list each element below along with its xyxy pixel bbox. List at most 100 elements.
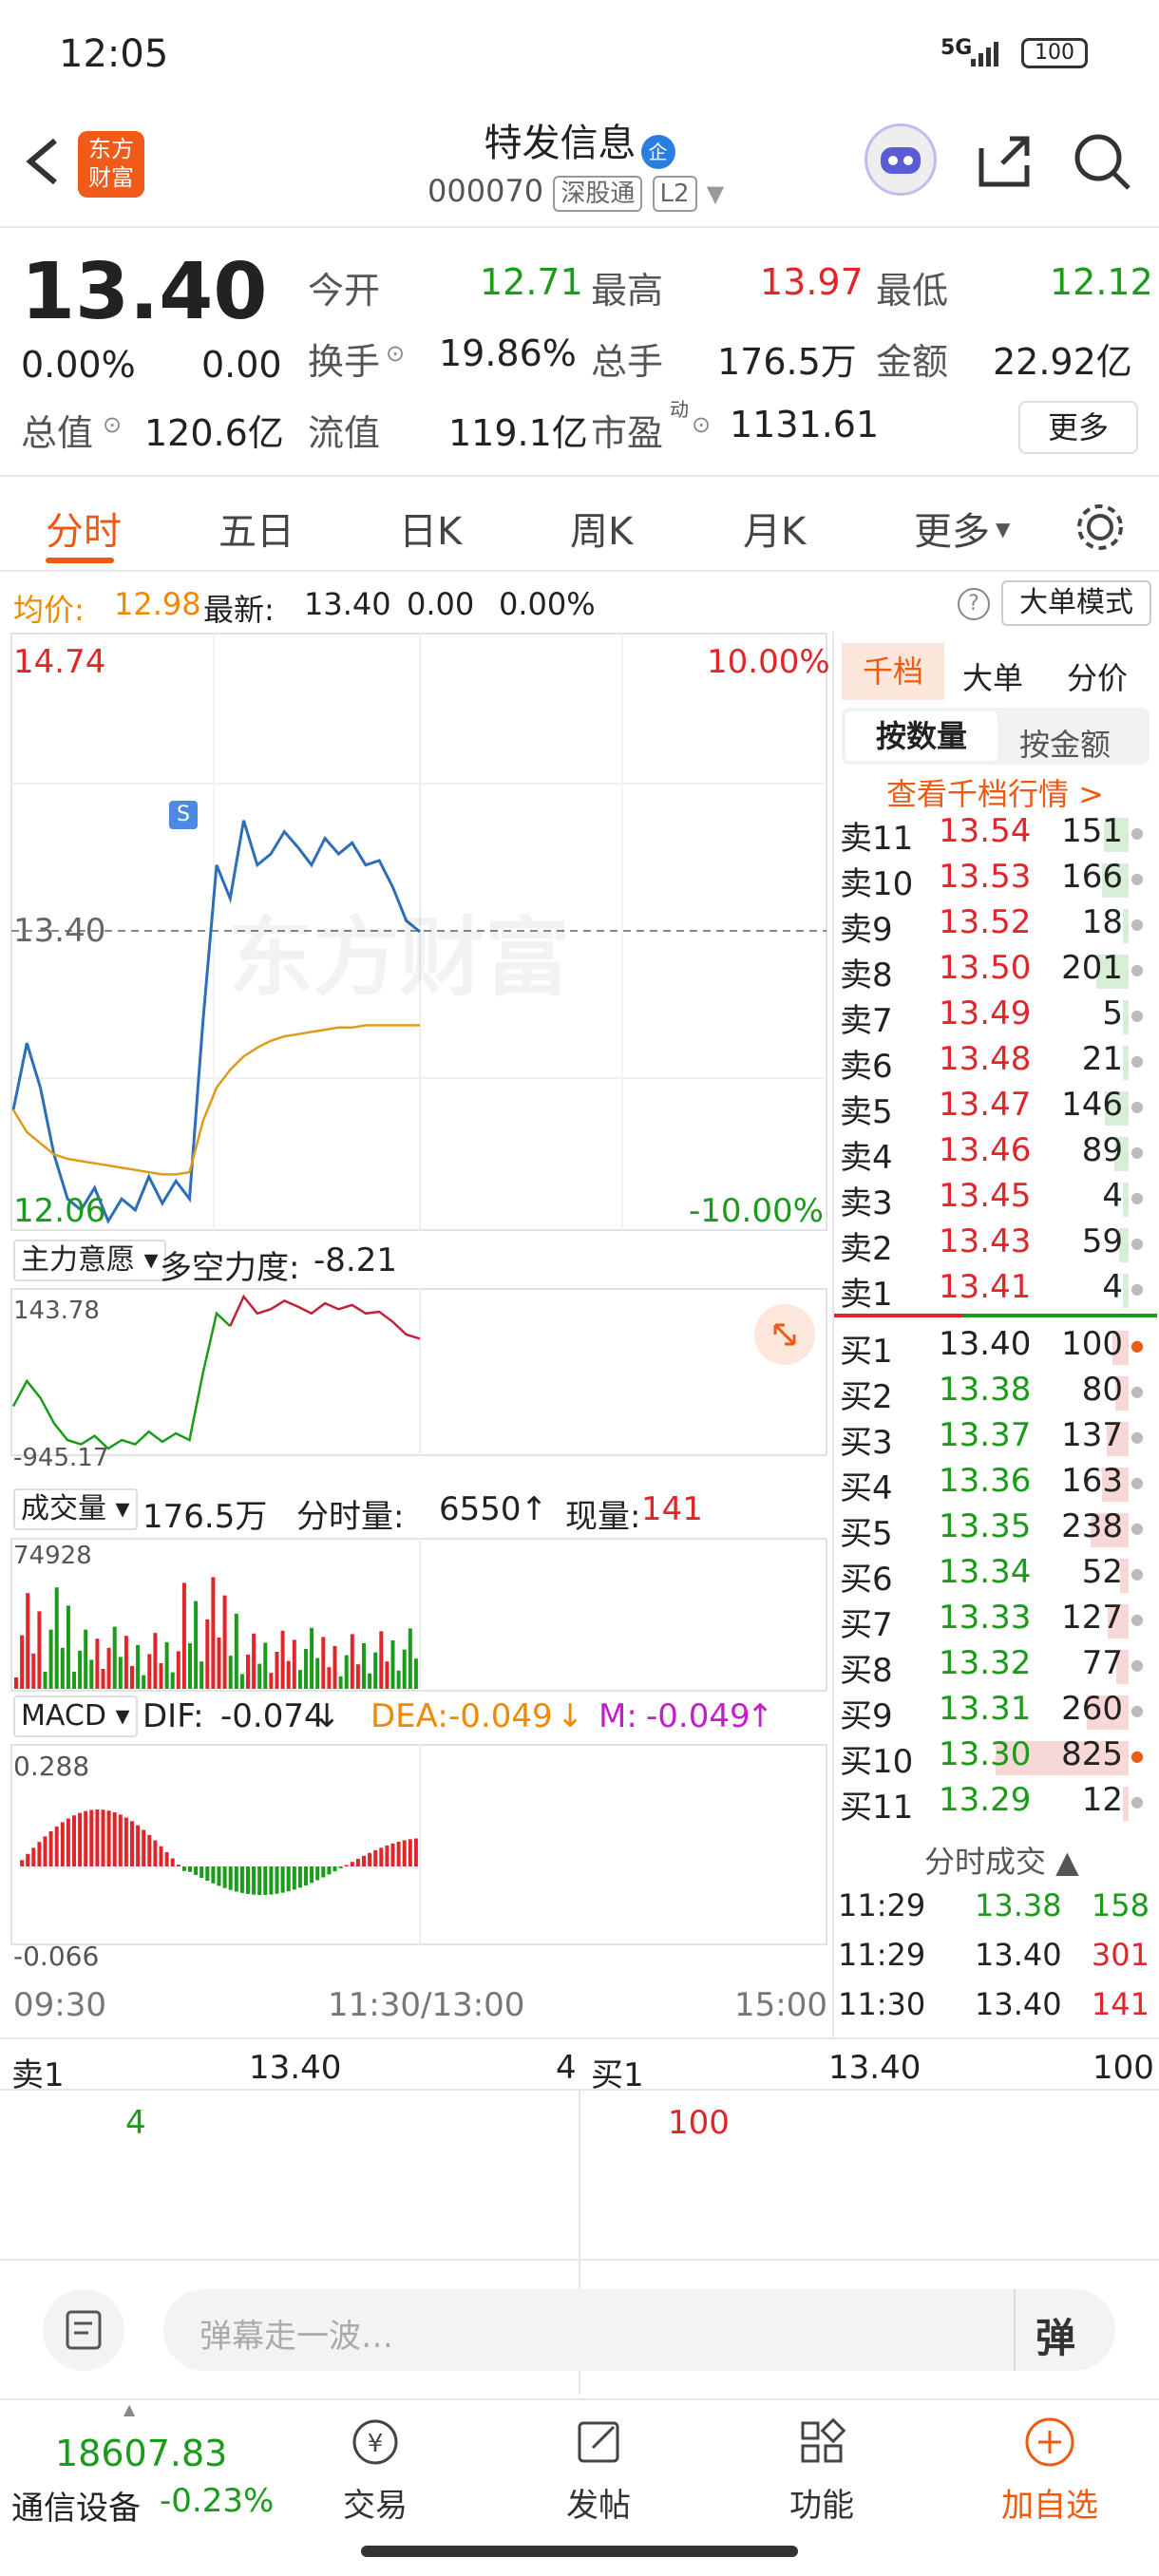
macd-bar <box>54 1826 59 1866</box>
bid-row[interactable]: 买2 13.38 80 ● <box>834 1371 1148 1416</box>
main-force-label: 主力意愿 <box>21 1243 135 1277</box>
robot-assistant-icon[interactable] <box>864 123 937 196</box>
ask-label: 卖9 <box>840 911 893 949</box>
ask-row[interactable]: 卖3 13.45 4 ● <box>834 1177 1148 1222</box>
bid-label: 买11 <box>840 1789 914 1827</box>
volume-bar <box>118 1657 123 1689</box>
ask-qty: 146 <box>1061 1086 1123 1124</box>
ask-row[interactable]: 卖5 13.47 146 ● <box>834 1086 1148 1131</box>
expand-icon[interactable] <box>754 1304 815 1365</box>
bid-row[interactable]: 买9 13.31 260 ● <box>834 1690 1148 1735</box>
nav-post-label: 发帖 <box>566 2487 631 2525</box>
trade-time: 11:29 <box>838 1887 926 1923</box>
dot-icon: ● <box>1130 1188 1144 1206</box>
tab-five-day[interactable]: 五日 <box>218 501 294 556</box>
tab-price-distribution[interactable]: 分价 <box>1067 654 1128 698</box>
bid-row[interactable]: 买5 13.35 238 ● <box>834 1507 1148 1553</box>
ask-row[interactable]: 卖9 13.52 18 ● <box>834 903 1148 949</box>
bid-row[interactable]: 买8 13.32 77 ● <box>834 1644 1148 1690</box>
subtab-by-quantity[interactable]: 按数量 <box>846 711 998 761</box>
macd-bar <box>385 1845 390 1866</box>
bid-row[interactable]: 买10 13.30 825 ● <box>834 1735 1148 1781</box>
bid-row[interactable]: 买1 13.40 100 ● <box>834 1325 1148 1371</box>
search-icon[interactable] <box>1072 131 1132 196</box>
bid-row[interactable]: 买4 13.36 163 ● <box>834 1462 1148 1507</box>
period-tabs: 分时 五日 日K 周K 月K 更多 ▼ <box>0 480 1159 570</box>
bid-qty: 80 <box>1081 1371 1123 1409</box>
ask-qty: 89 <box>1081 1131 1123 1169</box>
minute-trades-title[interactable]: 分时成交 ▲ <box>924 1838 1079 1882</box>
volume-bar <box>136 1644 141 1689</box>
tab-intraday[interactable]: 分时 <box>46 501 122 556</box>
ask-price: 13.43 <box>939 1222 1032 1260</box>
tab-daily-k[interactable]: 日K <box>399 501 462 556</box>
volume-bar <box>181 1582 186 1689</box>
bid-price: 13.38 <box>939 1371 1032 1409</box>
volume-dropdown[interactable]: 成交量 ▾ <box>13 1488 138 1530</box>
ask-row[interactable]: 卖10 13.53 166 ● <box>834 858 1148 903</box>
macd-bar <box>170 1858 175 1866</box>
dropdown-icon[interactable]: ▼ <box>707 180 724 207</box>
nav-add-watchlist-label: 加自选 <box>1001 2487 1098 2525</box>
info-icon[interactable]: ⊙ <box>103 411 122 438</box>
info-icon[interactable]: ⊙ <box>386 340 405 367</box>
nav-trade[interactable]: ¥ 交易 <box>323 2414 428 2526</box>
info-icon[interactable]: ⊙ <box>692 411 711 438</box>
ask-row[interactable]: 卖6 13.48 21 ● <box>834 1040 1148 1086</box>
tab-monthly-k[interactable]: 月K <box>743 501 806 556</box>
ask-row[interactable]: 卖4 13.46 89 ● <box>834 1131 1148 1177</box>
index-name[interactable]: 通信设备 <box>11 2482 141 2529</box>
main-force-dropdown[interactable]: 主力意愿 ▾ <box>13 1240 166 1281</box>
macd-bar <box>315 1866 320 1881</box>
macd-dropdown[interactable]: MACD ▾ <box>13 1695 138 1737</box>
view-qiandang-link[interactable]: 查看千档行情 > <box>886 770 1104 814</box>
ask-qty: 4 <box>1102 1268 1123 1306</box>
bid-qty: 77 <box>1081 1644 1123 1682</box>
ask-row[interactable]: 卖11 13.54 151 ● <box>834 812 1148 858</box>
float-value: 119.1亿 <box>448 412 588 454</box>
nav-post[interactable]: 发帖 <box>546 2414 651 2526</box>
quote-panel: 13.40 0.00% 0.00 今开 12.71 最高 13.97 最低 12… <box>0 228 1159 475</box>
danmu-button[interactable]: 弹 <box>1036 2306 1075 2364</box>
danmu-input[interactable]: 弹幕走一波… 弹 <box>163 2289 1115 2371</box>
bid-row[interactable]: 买3 13.37 137 ● <box>834 1416 1148 1462</box>
ask-label: 卖3 <box>840 1184 893 1222</box>
tab-qiandang[interactable]: 千档 <box>842 643 944 700</box>
bid-row[interactable]: 买11 13.29 12 ● <box>834 1781 1148 1827</box>
macd-bar <box>234 1866 238 1892</box>
status-bar: 12:05 5G 100 <box>0 0 1159 104</box>
subtab-by-amount[interactable]: 按金额 <box>1019 721 1111 765</box>
nav-function[interactable]: 功能 <box>770 2414 874 2526</box>
macd-bar <box>368 1852 372 1866</box>
latest-change: 0.00 <box>407 586 475 622</box>
volume-bar <box>200 1661 204 1689</box>
status-time: 12:05 <box>59 32 169 76</box>
share-icon[interactable] <box>974 131 1035 196</box>
ask-row[interactable]: 卖2 13.43 59 ● <box>834 1222 1148 1268</box>
ask-row[interactable]: 卖7 13.49 5 ● <box>834 994 1148 1040</box>
index-value[interactable]: 18607.83 <box>55 2433 227 2474</box>
volume-bar <box>106 1647 111 1689</box>
ask-row[interactable]: 卖8 13.50 201 ● <box>834 949 1148 994</box>
signal-marker[interactable]: S <box>169 801 198 829</box>
tab-weekly-k[interactable]: 周K <box>570 501 633 556</box>
tab-more[interactable]: 更多 <box>914 501 990 556</box>
more-button[interactable]: 更多 <box>1018 401 1138 454</box>
nav-add-watchlist[interactable]: 加自选 <box>988 2414 1112 2526</box>
bid-row[interactable]: 买7 13.33 127 ● <box>834 1599 1148 1644</box>
big-order-mode-button[interactable]: 大单模式 <box>1001 580 1151 626</box>
note-icon[interactable] <box>43 2289 124 2371</box>
help-icon[interactable]: ? <box>958 588 990 620</box>
bid-row[interactable]: 买6 13.34 52 ● <box>834 1553 1148 1599</box>
price-chart[interactable] <box>0 632 832 2037</box>
ask-row[interactable]: 卖1 13.41 4 ● <box>834 1268 1148 1314</box>
bottom-nav: ▲ 18607.83 通信设备 -0.23% ¥ 交易 发帖 功能 加自选 <box>0 2400 1159 2538</box>
bid-qty: 238 <box>1061 1507 1123 1545</box>
bid-price: 13.32 <box>939 1644 1032 1682</box>
tab-big-order[interactable]: 大单 <box>962 654 1023 698</box>
macd-bar <box>164 1851 169 1866</box>
macd-bar <box>327 1866 332 1875</box>
gear-icon[interactable] <box>1072 499 1129 559</box>
dot-icon: ● <box>1130 915 1144 933</box>
macd-bar <box>286 1866 291 1892</box>
